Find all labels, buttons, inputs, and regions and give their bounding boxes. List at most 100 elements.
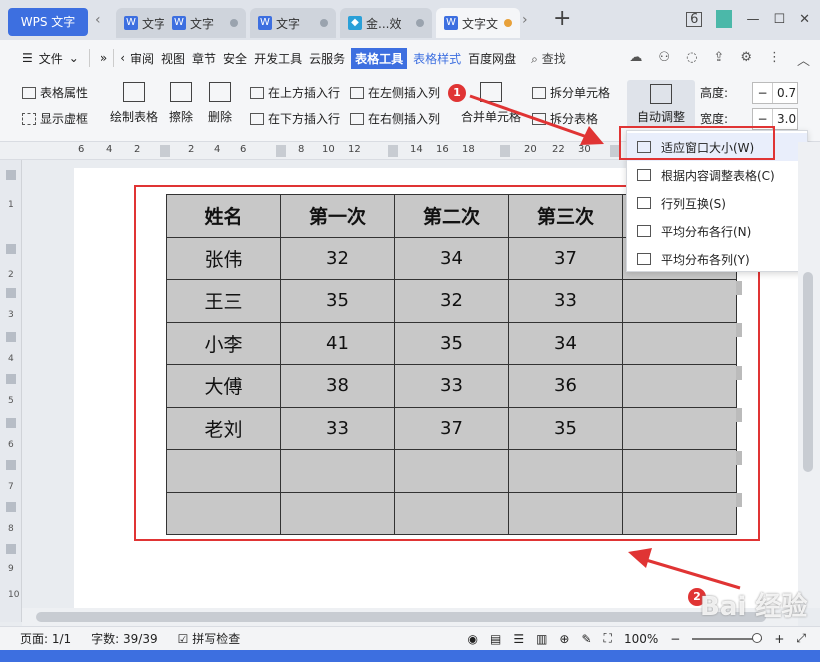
ruler-number: 6 [240,144,247,155]
ruler-marker[interactable] [6,332,16,342]
tab-developer[interactable]: 开发工具 [253,48,303,69]
delete-button[interactable]: 删除 [203,82,237,125]
split-table-button[interactable]: 拆分表格 [532,110,598,127]
insert-row-below-button[interactable]: 在下方插入行 [250,110,340,127]
close-icon[interactable]: ✕ [799,12,810,27]
ruler-marker[interactable] [6,244,16,254]
tab-chapter[interactable]: 章节 [191,48,217,69]
scrollbar-thumb[interactable] [803,272,813,472]
ruler-marker[interactable] [6,502,16,512]
ruler-marker[interactable] [6,544,16,554]
ruler-marker[interactable] [500,145,510,157]
more-icon[interactable]: ⋮ [768,50,781,69]
zoom-in-icon[interactable]: + [774,632,784,646]
tab-review[interactable]: 审阅 [129,48,155,69]
page-view-icon[interactable]: ▤ [490,632,501,646]
zoom-out-icon[interactable]: − [670,632,680,646]
distribute-columns-option[interactable]: 平均分布各列(Y) [627,245,807,273]
horizontal-scrollbar[interactable] [22,608,798,626]
zoom-slider[interactable] [692,632,763,643]
height-value: 0.7 [777,86,797,100]
ruler-marker[interactable] [6,374,16,384]
merge-cells-button[interactable]: 合并单元格 [460,82,522,125]
draw-table-button[interactable]: 绘制表格 [108,82,160,125]
tab-table-style[interactable]: 表格样式 [412,48,462,69]
tab-security[interactable]: 安全 [222,48,248,69]
height-input[interactable]: −0.7 [752,82,798,104]
file-menu-label: 文件 [38,51,63,66]
outline-view-icon[interactable]: ☰ [513,632,524,646]
add-user-icon[interactable]: ⚇ [658,50,670,69]
zoom-level[interactable]: 100% [624,632,658,646]
ruler-marker[interactable] [6,288,16,298]
document-tab[interactable]: W 文字 [164,8,246,38]
search-button[interactable]: ⌕ 查找 [531,50,566,67]
erase-button[interactable]: 擦除 [166,82,196,125]
insert-row-above-button[interactable]: 在上方插入行 [250,84,340,101]
split-cells-button[interactable]: 拆分单元格 [532,84,610,101]
settings-icon[interactable]: ⚙ [740,50,752,69]
ruler-marker[interactable] [6,170,16,180]
pen-icon[interactable]: ✎ [581,632,591,646]
tab-cloud[interactable]: 云服务 [308,48,346,69]
collapse-ribbon-icon[interactable]: ︿ [797,50,810,69]
scrollbar-thumb[interactable] [36,612,766,622]
cloud-sync-icon[interactable]: ☁ [629,50,642,69]
tab-close-icon[interactable] [320,19,328,27]
menu-scroll-left-icon[interactable]: ‹ [120,51,125,65]
tab-view[interactable]: 视图 [160,48,186,69]
ruler-number: 5 [8,396,14,406]
comment-icon[interactable]: ◌ [686,50,697,69]
step-badge-1: 1 [448,84,466,102]
fit-content-option[interactable]: 根据内容调整表格(C) [627,161,807,189]
web-view-icon[interactable]: ⊕ [559,632,569,646]
table-properties-button[interactable]: 表格属性 [22,84,88,101]
ruler-marker[interactable] [388,145,398,157]
vertical-ruler[interactable]: 1 2 3 4 5 6 7 8 9 10 [0,160,22,622]
minimize-icon[interactable]: — [746,12,759,27]
unsaved-dot-icon[interactable] [504,19,512,27]
maximize-icon[interactable]: ☐ [773,12,785,27]
tab-scroll-left-icon[interactable]: ‹ [95,12,113,34]
fit-page-icon[interactable]: ⛶ [604,631,612,646]
ruler-number: 18 [462,144,475,155]
ruler-marker[interactable] [6,460,16,470]
ruler-marker[interactable] [160,145,170,157]
show-gridlines-button[interactable]: 显示虚框 [22,110,88,127]
decrease-icon[interactable]: − [753,83,773,103]
width-label: 宽度: [700,112,729,126]
tab-scroll-right-icon[interactable]: › [522,12,528,28]
page-indicator[interactable]: 页面: 1/1 [20,630,71,647]
ruler-marker[interactable] [276,145,286,157]
document-tab[interactable]: ◆ 金...效 [340,8,432,38]
tab-close-icon[interactable] [230,19,238,27]
vertical-scrollbar[interactable] [798,142,820,608]
eye-protection-icon[interactable]: ◉ [467,632,477,646]
transpose-option[interactable]: 行列互换(S) [627,189,807,217]
new-tab-button[interactable]: + [553,6,571,31]
word-count[interactable]: 字数: 39/39 [91,630,157,647]
spell-check-button[interactable]: ☑ 拼写检查 [178,630,241,647]
insert-column-left-button[interactable]: 在左侧插入列 [350,84,440,101]
tab-baidu-drive[interactable]: 百度网盘 [467,48,517,69]
more-menus-icon[interactable]: » [100,51,107,65]
share-icon[interactable]: ⇪ [713,50,724,69]
insert-column-right-button[interactable]: 在右侧插入列 [350,110,440,127]
distribute-rows-option[interactable]: 平均分布各行(N) [627,217,807,245]
skin-icon[interactable] [716,10,733,28]
auto-adjust-button[interactable]: 自动调整 [627,80,695,128]
tab-label: 文字文 [462,16,499,31]
app-menu-button[interactable]: WPS 文字 [8,8,88,36]
reading-view-icon[interactable]: ▥ [536,632,547,646]
zoom-slider-knob[interactable] [752,632,763,643]
ruler-number: 7 [8,482,14,492]
file-menu-button[interactable]: ☰ 文件 ⌄ [22,50,79,67]
tab-close-icon[interactable] [416,19,424,27]
window-count-badge[interactable]: 6 [686,11,703,27]
tab-table-tools[interactable]: 表格工具 [351,47,408,69]
active-document-tab[interactable]: W 文字文 [436,8,520,38]
document-tab[interactable]: W 文字 [250,8,336,38]
fullscreen-icon[interactable]: ⤢ [796,631,806,646]
ruler-marker[interactable] [6,418,16,428]
insert-row-below-label: 在下方插入行 [268,112,341,126]
